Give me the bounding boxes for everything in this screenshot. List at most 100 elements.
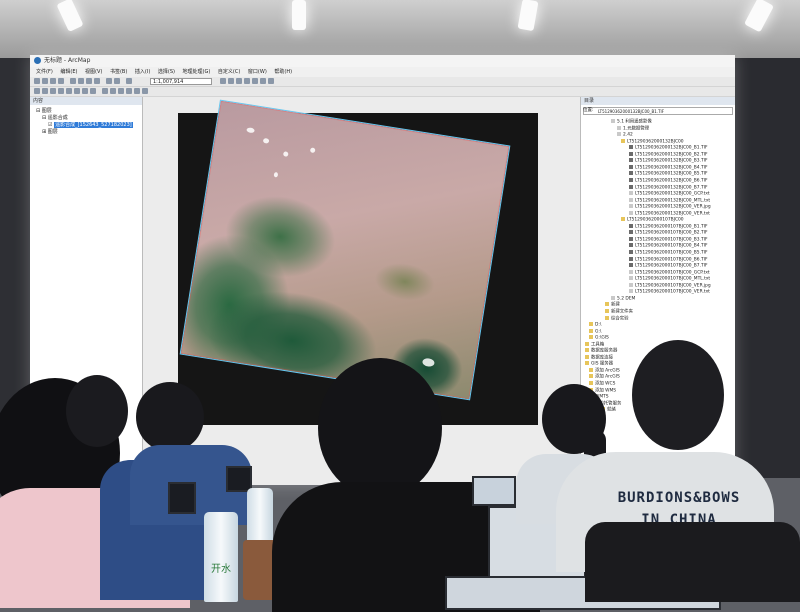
catalog-tree-item[interactable]: LT51290362000132BJC00_B3.TIF: [629, 158, 708, 164]
catalog-tree-item[interactable]: LT51290362000107BJC00_B5.TIF: [629, 250, 708, 256]
toc-title: 内容: [30, 97, 142, 105]
table-of-contents-icon[interactable]: [228, 78, 234, 84]
full-extent-icon[interactable]: [58, 88, 64, 94]
catalog-tree-item[interactable]: 工具箱: [585, 341, 604, 347]
catalog-tree-item[interactable]: 添加 ArcGIS: [589, 374, 620, 380]
catalog-tree-item[interactable]: LT51290362000132BJC00_B4.TIF: [629, 164, 708, 170]
catalog-tree-item[interactable]: LT51290362000132BJC00_B2.TIF: [629, 151, 708, 158]
pan-icon[interactable]: [50, 88, 56, 94]
folder-icon: [589, 381, 593, 385]
catalog-tree-item[interactable]: LT51290362000132BJC00_B7.TIF: [629, 184, 708, 190]
fixed-zoom-out-icon[interactable]: [74, 88, 80, 94]
menu-view[interactable]: 视图(V): [85, 69, 102, 75]
copy-icon[interactable]: [78, 78, 84, 84]
cut-icon[interactable]: [70, 78, 76, 84]
catalog-tree-item[interactable]: 新建: [605, 302, 620, 308]
catalog-tree-item[interactable]: LT51290362000107BJC00_VER.txt: [629, 289, 710, 295]
menu-selection[interactable]: 选择(S): [158, 69, 175, 75]
delete-icon[interactable]: [94, 78, 100, 84]
catalog-tree-item[interactable]: 5.1 利用遥感影像: [611, 119, 652, 125]
catalog-tree-item[interactable]: 综合实验: [605, 315, 629, 321]
zoom-in-icon[interactable]: [34, 88, 40, 94]
catalog-location-input[interactable]: LT51290362000132BJC00_B1.TIF: [583, 107, 733, 115]
catalog-tree-item[interactable]: LT51290362000132BJC00: [621, 138, 684, 144]
catalog-tree-item[interactable]: LT51290362000107BJC00_B1.TIF: [629, 223, 708, 229]
print-icon[interactable]: [58, 78, 64, 84]
catalog-tree-item[interactable]: 2.42: [617, 132, 633, 138]
person-2-head: [66, 375, 128, 447]
catalog-tree-item-label: LT51290362000132BJC00_B3.TIF: [635, 158, 708, 164]
catalog-tree-item[interactable]: LT51290362000132BJC00_B1.TIF: [629, 145, 708, 151]
save-icon[interactable]: [50, 78, 56, 84]
model-builder-icon[interactable]: [268, 78, 274, 84]
add-data-icon[interactable]: [126, 78, 132, 84]
catalog-tree-item[interactable]: LT51290362000132BJC00_VER.jpg: [629, 204, 711, 210]
menu-edit[interactable]: 编辑(E): [60, 69, 77, 75]
search-icon[interactable]: [244, 78, 250, 84]
toc-group-2[interactable]: ⊞ 图层: [42, 128, 58, 135]
catalog-tree-item[interactable]: LT51290362000107BJC00_B7.TIF: [629, 263, 708, 269]
catalog-tree-item-label: LT51290362000132BJC00_B2.TIF: [635, 152, 708, 158]
menu-geoprocessing[interactable]: 地理处理(G): [183, 69, 211, 75]
open-icon[interactable]: [42, 78, 48, 84]
catalog-tree-item[interactable]: LT51290362000107BJC00_B6.TIF: [629, 256, 708, 262]
forward-extent-icon[interactable]: [90, 88, 96, 94]
menu-file[interactable]: 文件(F): [36, 69, 53, 75]
catalog-tree-item[interactable]: LT51290362000107BJC00: [621, 217, 684, 223]
toc-layer-item[interactable]: ☑ 遥影合成_[152643_527182023]: [48, 121, 133, 128]
menu-insert[interactable]: 插入(I): [135, 69, 150, 75]
catalog-tree-item[interactable]: LT51290362000107BJC00_MTL.txt: [629, 276, 710, 282]
catalog-tree-item[interactable]: LT51290362000107BJC00_B4.TIF: [629, 243, 708, 249]
catalog-tree-item[interactable]: LT51290362000107BJC00_B3.TIF: [629, 236, 708, 242]
raster-icon: [629, 250, 633, 254]
zoom-out-icon[interactable]: [42, 88, 48, 94]
menu-windows[interactable]: 窗口(W): [248, 69, 267, 75]
menu-bookmarks[interactable]: 书签(B): [110, 69, 127, 75]
python-icon[interactable]: [260, 78, 266, 84]
catalog-tree-item[interactable]: 数据库连接: [585, 354, 613, 360]
file-icon: [611, 119, 615, 123]
find-icon[interactable]: [134, 88, 140, 94]
toc-root[interactable]: ⊟ 图层: [36, 107, 52, 114]
catalog-tree-item[interactable]: 数据库服务器: [585, 348, 617, 354]
snow-patch: [309, 147, 316, 154]
new-doc-icon[interactable]: [34, 78, 40, 84]
catalog-tree-item[interactable]: 添加 ArcGIS: [589, 367, 620, 374]
clear-selection-icon[interactable]: [110, 88, 116, 94]
back-extent-icon[interactable]: [82, 88, 88, 94]
map-scale-input[interactable]: 1:1,007,914: [150, 78, 212, 85]
catalog-icon[interactable]: [236, 78, 242, 84]
catalog-tree-item[interactable]: 5.2 DEM: [611, 295, 635, 301]
catalog-tree-item[interactable]: D:\: [589, 322, 601, 328]
catalog-tree-item[interactable]: LT51290362000132BJC00_VER.txt: [629, 210, 710, 216]
catalog-tree-item[interactable]: LT51290362000132BJC00_B6.TIF: [629, 177, 708, 183]
menu-help[interactable]: 帮助(H): [274, 69, 292, 75]
fixed-zoom-in-icon[interactable]: [66, 88, 72, 94]
catalog-tree-item[interactable]: LT51290362000132BJC00_GCP.txt: [629, 191, 710, 197]
identify-icon[interactable]: [126, 88, 132, 94]
measure-icon[interactable]: [142, 88, 148, 94]
catalog-tree-item[interactable]: GIS 服务器: [585, 361, 613, 367]
arctoolbox-icon[interactable]: [252, 78, 258, 84]
catalog-tree-item-label: LT51290362000132BJC00_B7.TIF: [635, 185, 708, 190]
paste-icon[interactable]: [86, 78, 92, 84]
catalog-tree-item[interactable]: LT51290362000132BJC00_MTL.txt: [629, 197, 710, 203]
select-elements-icon[interactable]: [118, 88, 124, 94]
catalog-tree-item[interactable]: 新建文件夹: [605, 308, 633, 314]
redo-icon[interactable]: [114, 78, 120, 84]
catalog-tree-item[interactable]: LT51290362000107BJC00_B2.TIF: [629, 230, 708, 236]
undo-icon[interactable]: [106, 78, 112, 84]
catalog-tree-item[interactable]: LT51290362000107BJC00_GCP.txt: [629, 269, 710, 275]
catalog-tree-item-label: 添加 ArcGIS: [595, 368, 620, 374]
catalog-tree-item[interactable]: 添加 WCS: [589, 381, 615, 387]
toc-group[interactable]: ⊟ 遥影合成: [42, 114, 68, 121]
catalog-tree-item[interactable]: LT51290362000132BJC00_B5.TIF: [629, 171, 708, 177]
catalog-tree-item-label: D:\: [595, 322, 602, 328]
editor-icon[interactable]: [220, 78, 226, 84]
catalog-tree-item[interactable]: G:\GIS: [589, 335, 609, 341]
catalog-tree-item[interactable]: G:\: [589, 328, 601, 334]
menu-customize[interactable]: 自定义(C): [218, 69, 240, 75]
select-features-icon[interactable]: [102, 88, 108, 94]
catalog-tree-item[interactable]: 1.元数据管理: [617, 125, 649, 131]
catalog-tree-item[interactable]: LT51290362000107BJC00_VER.jpg: [629, 282, 711, 288]
